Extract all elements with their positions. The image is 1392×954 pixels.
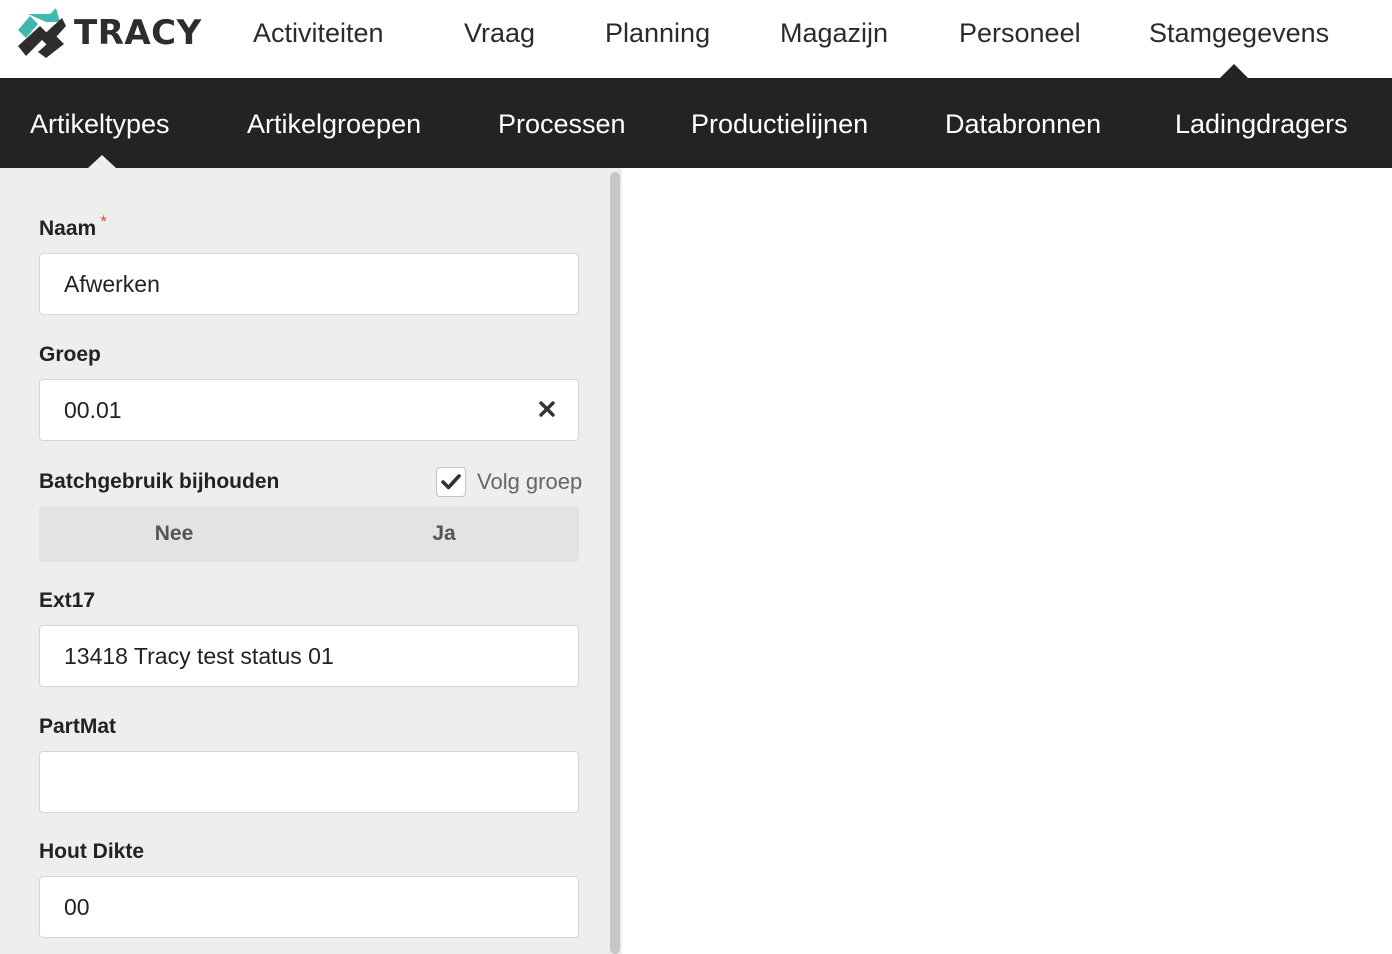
active-subnav-indicator	[88, 155, 116, 168]
topnav-item-planning[interactable]: Planning	[605, 16, 710, 50]
hout-dikte-input[interactable]	[40, 877, 578, 937]
topnav-item-activiteiten[interactable]: Activiteiten	[253, 16, 384, 50]
top-navigation: TRACY Activiteiten Vraag Planning Magazi…	[0, 0, 1392, 78]
toggle-option-nee[interactable]: Nee	[39, 506, 309, 562]
naam-field[interactable]	[39, 253, 579, 315]
subnav-item-databronnen[interactable]: Databronnen	[945, 107, 1101, 141]
active-topnav-indicator	[1220, 64, 1248, 78]
subnav-item-processen[interactable]: Processen	[498, 107, 626, 141]
partmat-label: PartMat	[39, 715, 117, 738]
batch-toggle: Nee Ja	[39, 506, 579, 562]
groep-input[interactable]	[40, 380, 578, 440]
ext17-input[interactable]	[40, 626, 578, 686]
close-icon[interactable]	[536, 398, 558, 420]
topnav-item-magazijn[interactable]: Magazijn	[780, 16, 888, 50]
topnav-item-vraag[interactable]: Vraag	[464, 16, 535, 50]
subnav-item-artikelgroepen[interactable]: Artikelgroepen	[247, 107, 421, 141]
tracy-logo-icon	[18, 8, 66, 58]
topnav-item-stamgegevens[interactable]: Stamgegevens	[1149, 16, 1329, 50]
partmat-input[interactable]	[40, 752, 578, 812]
hout-dikte-label: Hout Dikte	[39, 840, 144, 863]
required-marker: *	[100, 212, 107, 231]
ext17-field[interactable]	[39, 625, 579, 687]
naam-input[interactable]	[40, 254, 578, 314]
subnav-item-productielijnen[interactable]: Productielijnen	[691, 107, 868, 141]
partmat-field[interactable]	[39, 751, 579, 813]
toggle-option-ja[interactable]: Ja	[309, 506, 579, 562]
panel-scrollbar-thumb[interactable]	[610, 172, 620, 954]
topnav-item-personeel[interactable]: Personeel	[959, 16, 1081, 50]
batch-label: Batchgebruik bijhouden	[39, 470, 280, 493]
groep-label: Groep	[39, 343, 101, 366]
sub-navigation: Artikeltypes Artikelgroepen Processen Pr…	[0, 78, 1392, 168]
follow-group-checkbox[interactable]	[436, 467, 466, 497]
subnav-item-ladingdragers[interactable]: Ladingdragers	[1175, 107, 1348, 141]
naam-label-text: Naam	[39, 217, 97, 240]
tracy-logo[interactable]: TRACY	[16, 8, 202, 58]
follow-group-label[interactable]: Volg groep	[477, 469, 582, 495]
checkmark-icon	[441, 474, 461, 490]
ext17-label: Ext17	[39, 589, 96, 612]
brand-name: TRACY	[74, 13, 202, 53]
naam-label: Naam *	[39, 212, 107, 243]
hout-dikte-field[interactable]	[39, 876, 579, 938]
subnav-item-artikeltypes[interactable]: Artikeltypes	[30, 107, 170, 141]
groep-field[interactable]	[39, 379, 579, 441]
